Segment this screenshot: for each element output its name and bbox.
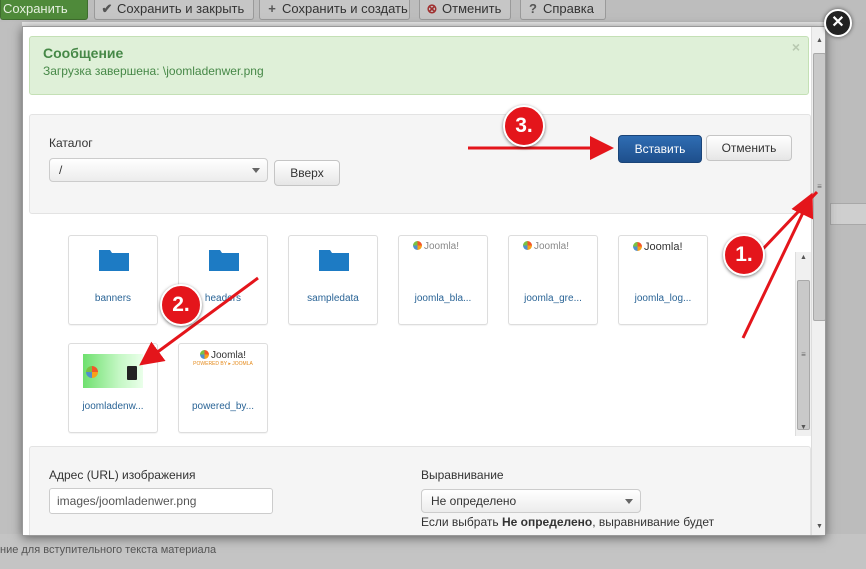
annotation-arrow-2 [139, 276, 259, 366]
annotation-badge-2: 2. [160, 284, 202, 326]
annotation-badge-3: 3. [503, 105, 545, 147]
annotation-badge-1: 1. [723, 234, 765, 276]
annotation-arrows [139, 136, 819, 366]
